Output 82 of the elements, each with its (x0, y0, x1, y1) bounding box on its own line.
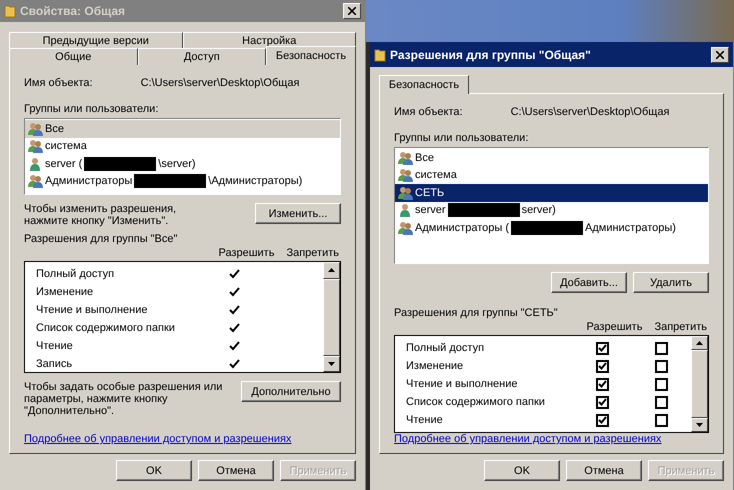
permission-name: Чтение (36, 340, 74, 352)
tab[interactable]: Безопасность (379, 75, 469, 94)
list-item[interactable]: Все (395, 149, 708, 166)
dialog-button[interactable]: OK (116, 460, 192, 481)
advanced-button[interactable]: Дополнительно (241, 381, 341, 402)
section-label: Разрешения для группы "Все" (24, 233, 178, 245)
checkbox[interactable] (596, 396, 608, 408)
scrollbar[interactable] (323, 262, 340, 372)
dialog-button[interactable]: OK (484, 460, 560, 481)
scrollbar[interactable] (691, 336, 708, 432)
permission-name: Полный доступ (36, 268, 116, 280)
users-icon (398, 168, 413, 182)
change-button[interactable]: Изменить... (255, 203, 341, 224)
permission-name: Запись (36, 358, 74, 370)
dialog-button[interactable]: Отмена (566, 460, 642, 481)
list-item[interactable]: Администраторы ( Администраторы) (395, 219, 708, 236)
column-header: Запретить (286, 247, 339, 259)
permission-name: Полный доступ (406, 342, 486, 354)
checkbox[interactable] (596, 342, 608, 354)
up-arrow-icon (696, 341, 703, 346)
tab[interactable]: Предыдущие версии (9, 32, 182, 49)
close-button[interactable] (343, 3, 361, 19)
field-label: Имя объекта: (24, 77, 93, 89)
action-button[interactable]: Добавить... (551, 272, 627, 293)
users-icon (398, 220, 413, 235)
permission-name: Изменение (36, 286, 94, 298)
hint-text: Чтобы задать особые разрешения или параметры, нажмите кнопку "Дополнительно". (24, 381, 222, 417)
checkbox[interactable] (654, 360, 668, 372)
section-label: Группы или пользователи: (24, 103, 160, 115)
dialog-button[interactable]: Отмена (198, 460, 274, 481)
tab[interactable]: Общие (9, 48, 138, 65)
permission-name: Чтение (406, 414, 444, 426)
permission-name: Чтение и выполнение (36, 304, 148, 316)
list-item[interactable]: система (25, 138, 340, 155)
users-icon (28, 174, 43, 188)
permission-name: Список содержимого папки (406, 396, 546, 408)
hint-text: Чтобы изменить разрешения, нажмите кнопку "Изменить". (24, 203, 176, 227)
list-item[interactable]: СЕТЬ (395, 184, 708, 202)
folder-icon (374, 48, 386, 62)
user-icon (28, 156, 43, 171)
close-icon (716, 50, 724, 58)
checkbox[interactable] (596, 414, 608, 426)
users-icon (28, 122, 43, 136)
help-link[interactable]: Подробнее об управлении доступом и разрешениях (24, 433, 341, 445)
users-icon (28, 139, 43, 154)
column-header: Разрешить (586, 321, 642, 333)
field-label: Имя объекта: (394, 106, 463, 118)
section-label: Группы или пользователи: (394, 132, 530, 144)
permission-name: Изменение (406, 360, 464, 372)
section-label: Разрешения для группы "СЕТЬ" (394, 307, 559, 319)
user-icon (398, 203, 413, 218)
permission-name: Чтение и выполнение (406, 378, 518, 390)
column-header: Запретить (654, 321, 707, 333)
down-arrow-icon (328, 362, 335, 366)
up-arrow-icon (328, 268, 335, 272)
tab[interactable]: Безопасность (266, 46, 356, 65)
folder-icon (4, 4, 16, 18)
help-link[interactable]: Подробнее об управлении доступом и разрешениях (394, 433, 709, 445)
window-title: Свойства: Общая (20, 4, 126, 18)
down-arrow-icon (696, 422, 703, 427)
checkbox[interactable] (654, 414, 668, 426)
window-title: Разрешения для группы "Общая" (390, 48, 592, 62)
close-icon (348, 7, 356, 15)
object-path: C:\Users\server\Desktop\Общая (510, 106, 670, 118)
close-button[interactable] (711, 46, 729, 62)
action-button[interactable]: Удалить (633, 272, 709, 293)
checkbox[interactable] (654, 378, 668, 390)
list-item[interactable]: Администраторы \Администраторы) (25, 172, 340, 190)
object-path: C:\Users\server\Desktop\Общая (140, 77, 300, 89)
checkbox[interactable] (654, 342, 668, 354)
users-icon (398, 186, 413, 200)
checkbox[interactable] (654, 396, 668, 408)
checkbox[interactable] (596, 360, 608, 372)
list-item[interactable]: server ( \server) (25, 155, 340, 172)
permission-name: Список содержимого папки (36, 322, 176, 334)
column-header: Разрешить (218, 247, 274, 259)
list-item[interactable]: server server) (395, 202, 708, 219)
checkbox[interactable] (596, 378, 608, 390)
list-item[interactable]: система (395, 166, 708, 184)
tab[interactable]: Доступ (138, 48, 266, 65)
list-item[interactable]: Все (25, 120, 340, 138)
users-icon (398, 150, 413, 165)
